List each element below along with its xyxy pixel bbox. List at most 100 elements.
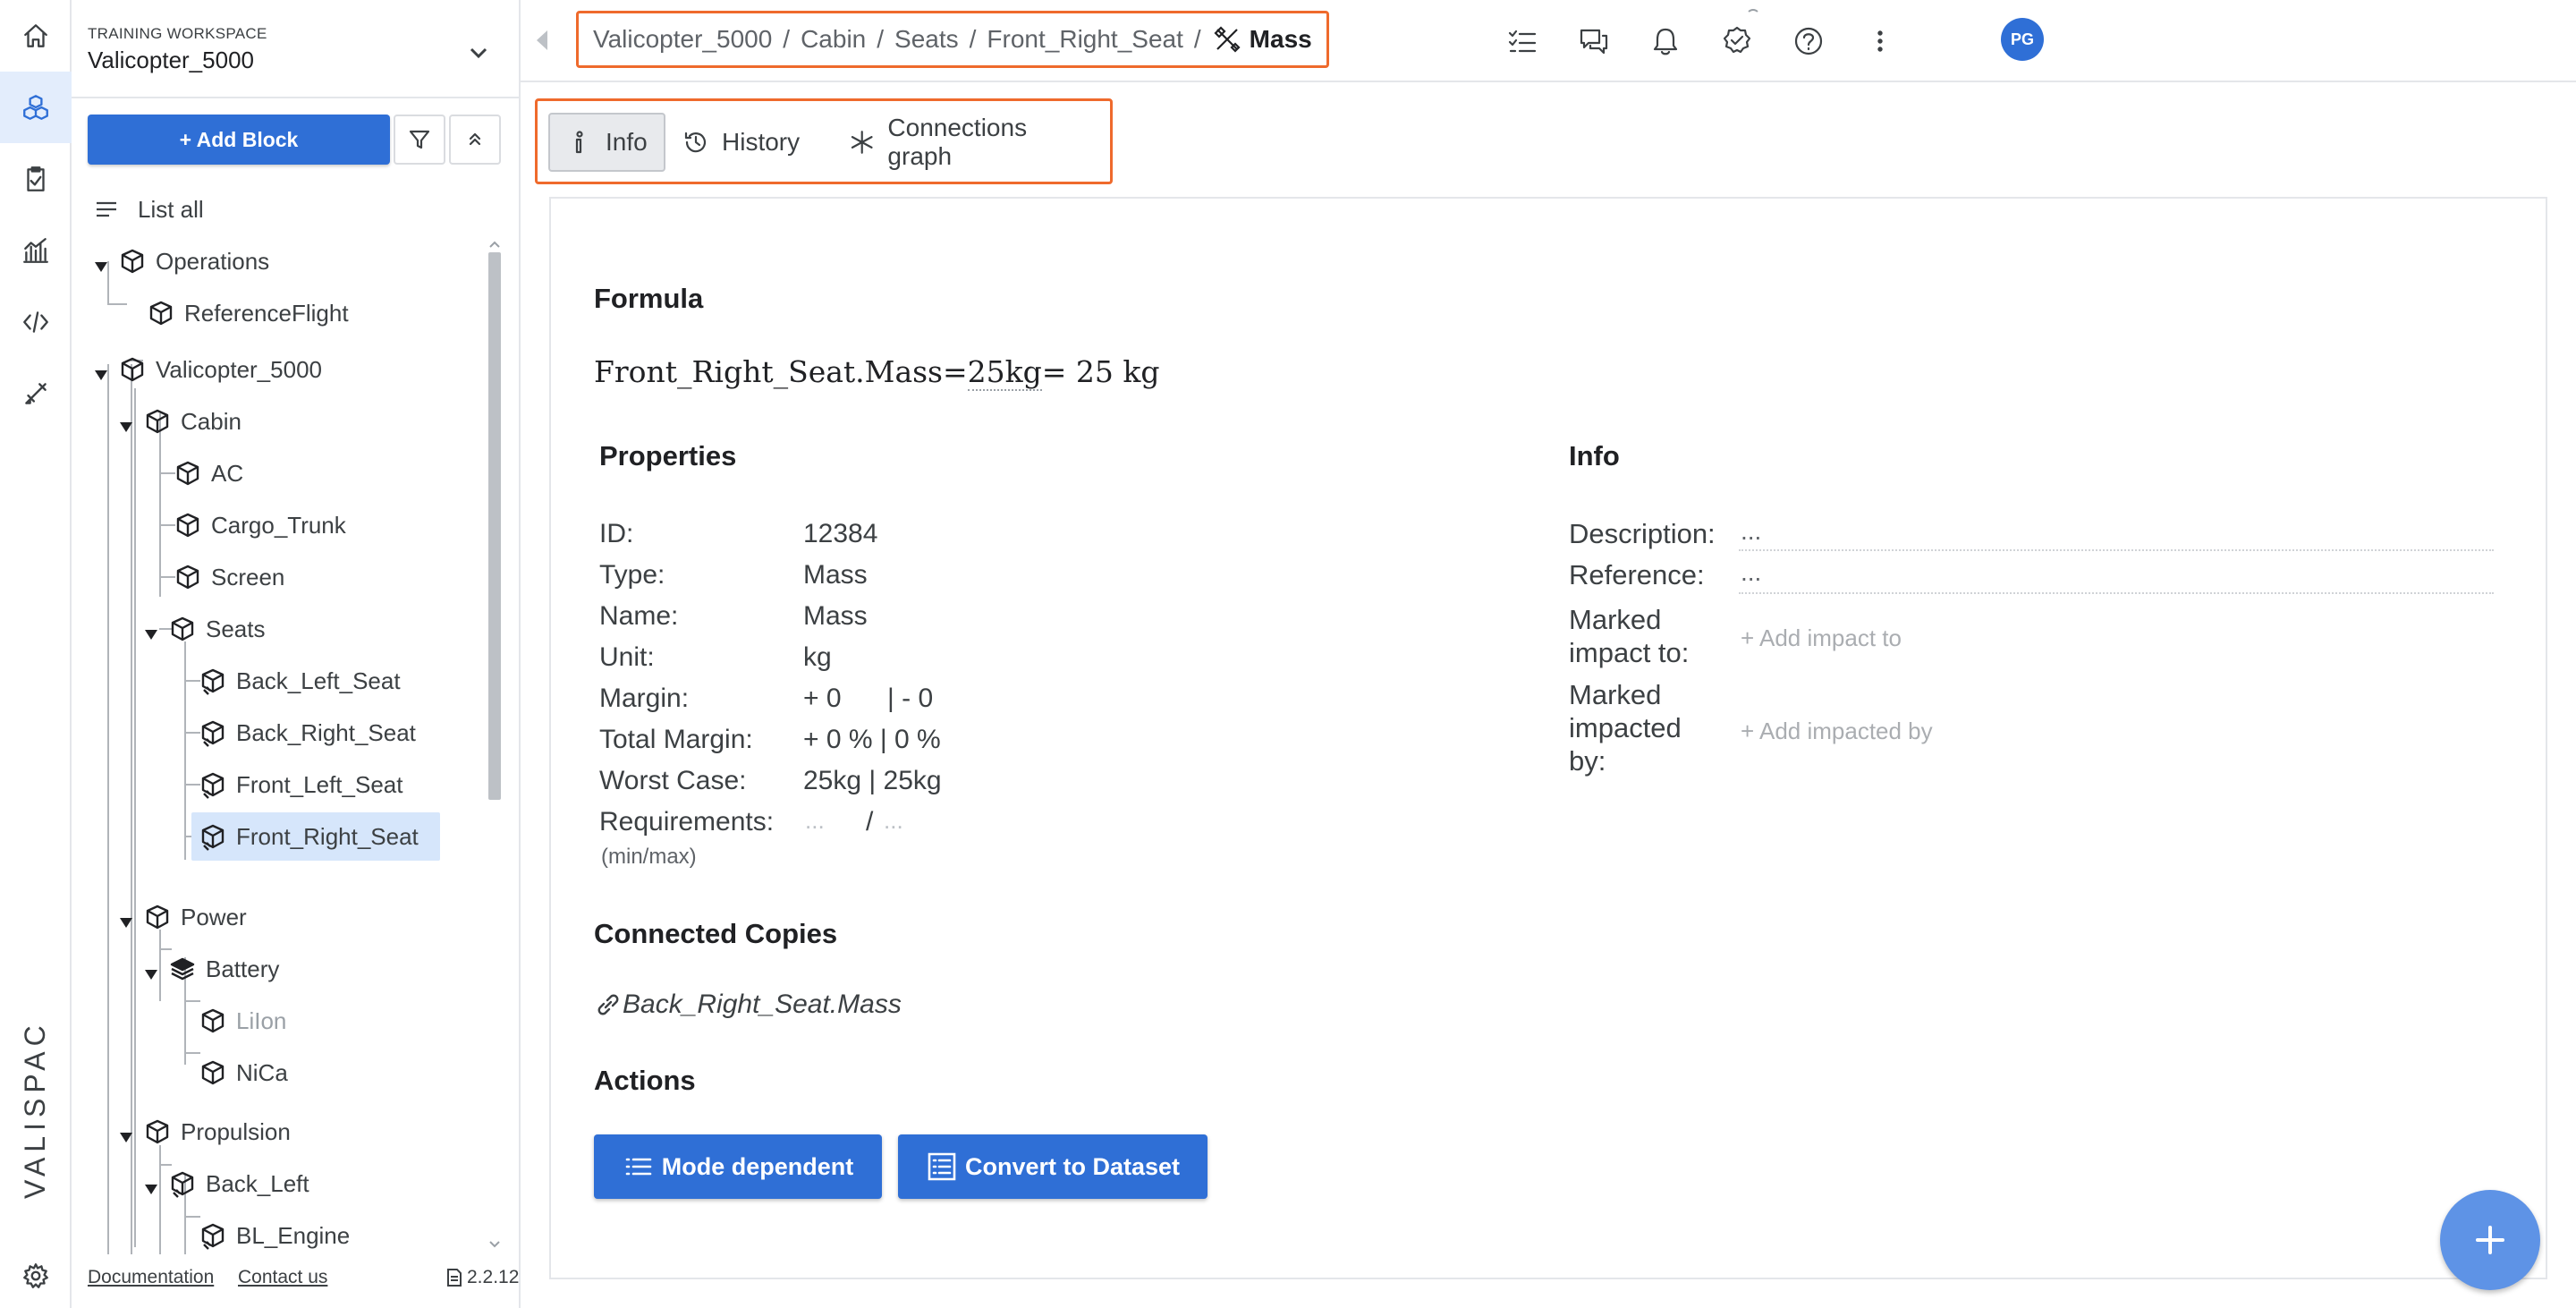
add-block-button[interactable]: + Add Block — [88, 115, 390, 165]
connected-copy-link[interactable]: Back_Right_Seat.Mass — [594, 989, 902, 1020]
margin-label: Margin: — [599, 684, 690, 713]
tree-node-front-right-seat[interactable]: Front_Right_Seat — [191, 812, 440, 861]
filter-button[interactable] — [394, 115, 445, 165]
scroll-down-icon[interactable] — [488, 1240, 501, 1249]
linked-cube-icon — [199, 770, 227, 799]
caret-down-icon[interactable] — [93, 361, 109, 380]
tree-node-liion[interactable]: LiIon — [199, 998, 286, 1043]
tree-node-referenceflight[interactable]: ReferenceFlight — [147, 291, 349, 335]
cube-icon — [199, 1058, 227, 1087]
scroll-up-icon[interactable] — [488, 240, 501, 249]
impacted-by-label-line: Marked — [1569, 679, 1662, 710]
blocks-icon[interactable] — [0, 72, 72, 143]
tree-node-back-left-seat[interactable]: Back_Left_Seat — [199, 658, 401, 703]
chevron-down-icon[interactable] — [465, 39, 492, 66]
help-icon[interactable] — [1791, 23, 1826, 59]
breadcrumb-item[interactable]: Cabin — [801, 25, 866, 54]
add-impact-to-link[interactable]: + Add impact to — [1741, 624, 1902, 652]
tree-node-cargo-trunk[interactable]: Cargo_Trunk — [174, 503, 346, 548]
tree-node-label: Cabin — [181, 407, 242, 435]
filter-icon — [409, 130, 430, 149]
tree-node-bl-engine[interactable]: BL_Engine — [199, 1213, 350, 1254]
breadcrumb-item[interactable]: Front_Right_Seat — [987, 25, 1182, 54]
caret-down-icon[interactable] — [93, 253, 109, 272]
tree-node-operations[interactable]: Operations — [93, 239, 269, 284]
margin-minus-value[interactable]: | - 0 — [887, 684, 933, 714]
connected-copies-heading: Connected Copies — [594, 918, 838, 949]
tree-node-battery[interactable]: Battery — [143, 947, 279, 991]
tree-node-cabin[interactable]: Cabin — [118, 399, 242, 444]
sidebar-footer: Documentation Contact us 2.2.12 — [88, 1267, 519, 1294]
requirement-min-value[interactable]: ... — [805, 807, 825, 835]
graph-icon — [851, 131, 873, 154]
description-underline — [1739, 549, 2494, 551]
bell-icon[interactable] — [1648, 23, 1683, 59]
reference-value[interactable]: ... — [1741, 558, 1761, 587]
tree-node-label: Operations — [156, 247, 270, 275]
cube-icon — [168, 615, 197, 643]
tree-node-valicopter[interactable]: Valicopter_5000 — [93, 347, 322, 392]
caret-down-icon[interactable] — [143, 961, 159, 980]
tree-node-front-left-seat[interactable]: Front_Left_Seat — [199, 762, 402, 807]
contact-link[interactable]: Contact us — [238, 1267, 327, 1288]
formula-equals: = — [1041, 354, 1067, 389]
tasks-icon[interactable] — [1504, 23, 1540, 59]
tab-label: Connections graph — [887, 114, 1028, 170]
tree-node-label: Battery — [206, 955, 280, 982]
code-icon[interactable] — [0, 286, 72, 358]
workspace-selector[interactable]: TRAINING WORKSPACE Valicopter_5000 — [72, 0, 519, 98]
description-label: Description: — [1569, 518, 1716, 549]
convert-to-dataset-button[interactable]: Convert to Dataset — [898, 1134, 1208, 1199]
caret-down-icon[interactable] — [118, 413, 134, 432]
tree-node-power[interactable]: Power — [118, 895, 247, 939]
tree-scrollbar[interactable] — [488, 252, 501, 800]
description-value[interactable]: ... — [1741, 517, 1761, 546]
documentation-link[interactable]: Documentation — [88, 1267, 214, 1288]
tree-node-seats[interactable]: Seats — [143, 607, 266, 651]
requirements-icon[interactable] — [0, 143, 72, 215]
verified-icon[interactable] — [1719, 23, 1755, 59]
name-value[interactable]: Mass — [803, 601, 868, 632]
info-heading: Info — [1569, 440, 1620, 471]
tree-node-label: Back_Left_Seat — [236, 667, 401, 694]
formula-result: 25 kg — [1066, 354, 1160, 389]
caret-down-icon[interactable] — [143, 621, 159, 640]
caret-down-icon[interactable] — [118, 909, 134, 928]
reference-label: Reference: — [1569, 559, 1705, 590]
unit-value[interactable]: kg — [803, 642, 832, 673]
collapse-sidebar-icon[interactable] — [533, 27, 551, 54]
list-all-item[interactable]: List all — [93, 191, 204, 227]
tab-history[interactable]: History — [666, 113, 816, 172]
tools-icon[interactable] — [0, 358, 72, 429]
breadcrumb-item[interactable]: Valicopter_5000 — [593, 25, 772, 54]
tree-node-ac[interactable]: AC — [174, 451, 243, 496]
add-fab-button[interactable] — [2440, 1190, 2540, 1290]
requirement-max-value[interactable]: ... — [884, 807, 903, 835]
more-vert-icon[interactable] — [1862, 23, 1898, 59]
tree-node-label: Cargo_Trunk — [211, 511, 346, 539]
mode-dependent-button[interactable]: Mode dependent — [594, 1134, 882, 1199]
margin-plus-value[interactable]: + 0 — [803, 684, 842, 714]
caret-down-icon[interactable] — [118, 1124, 134, 1142]
tab-connections-graph[interactable]: Connections graph — [833, 113, 1110, 172]
caret-down-icon[interactable] — [143, 1176, 159, 1194]
user-avatar[interactable]: PG — [2001, 18, 2044, 61]
formula-input[interactable]: 25kg — [967, 354, 1042, 391]
tree-node-screen[interactable]: Screen — [174, 555, 284, 599]
requirements-sublabel: (min/max) — [601, 845, 697, 869]
tree-node-back-right-seat[interactable]: Back_Right_Seat — [199, 710, 416, 755]
breadcrumb-item[interactable]: Seats — [894, 25, 959, 54]
tree-node-nica[interactable]: NiCa — [199, 1050, 288, 1095]
settings-icon[interactable] — [0, 1240, 72, 1308]
tab-info[interactable]: Info — [548, 113, 665, 172]
impact-to-label: Marked impact to: — [1569, 603, 1689, 669]
tree-node-propulsion[interactable]: Propulsion — [118, 1109, 291, 1154]
discussions-icon[interactable] — [1576, 23, 1612, 59]
home-icon[interactable] — [0, 0, 72, 72]
collapse-all-button[interactable] — [449, 115, 501, 165]
tree-node-back-left[interactable]: Back_Left — [143, 1161, 309, 1206]
add-impacted-by-link[interactable]: + Add impacted by — [1741, 718, 1933, 745]
tree-node-label: Back_Right_Seat — [236, 718, 416, 746]
analysis-icon[interactable] — [0, 215, 72, 286]
impacted-by-label-line: by: — [1569, 745, 1606, 777]
